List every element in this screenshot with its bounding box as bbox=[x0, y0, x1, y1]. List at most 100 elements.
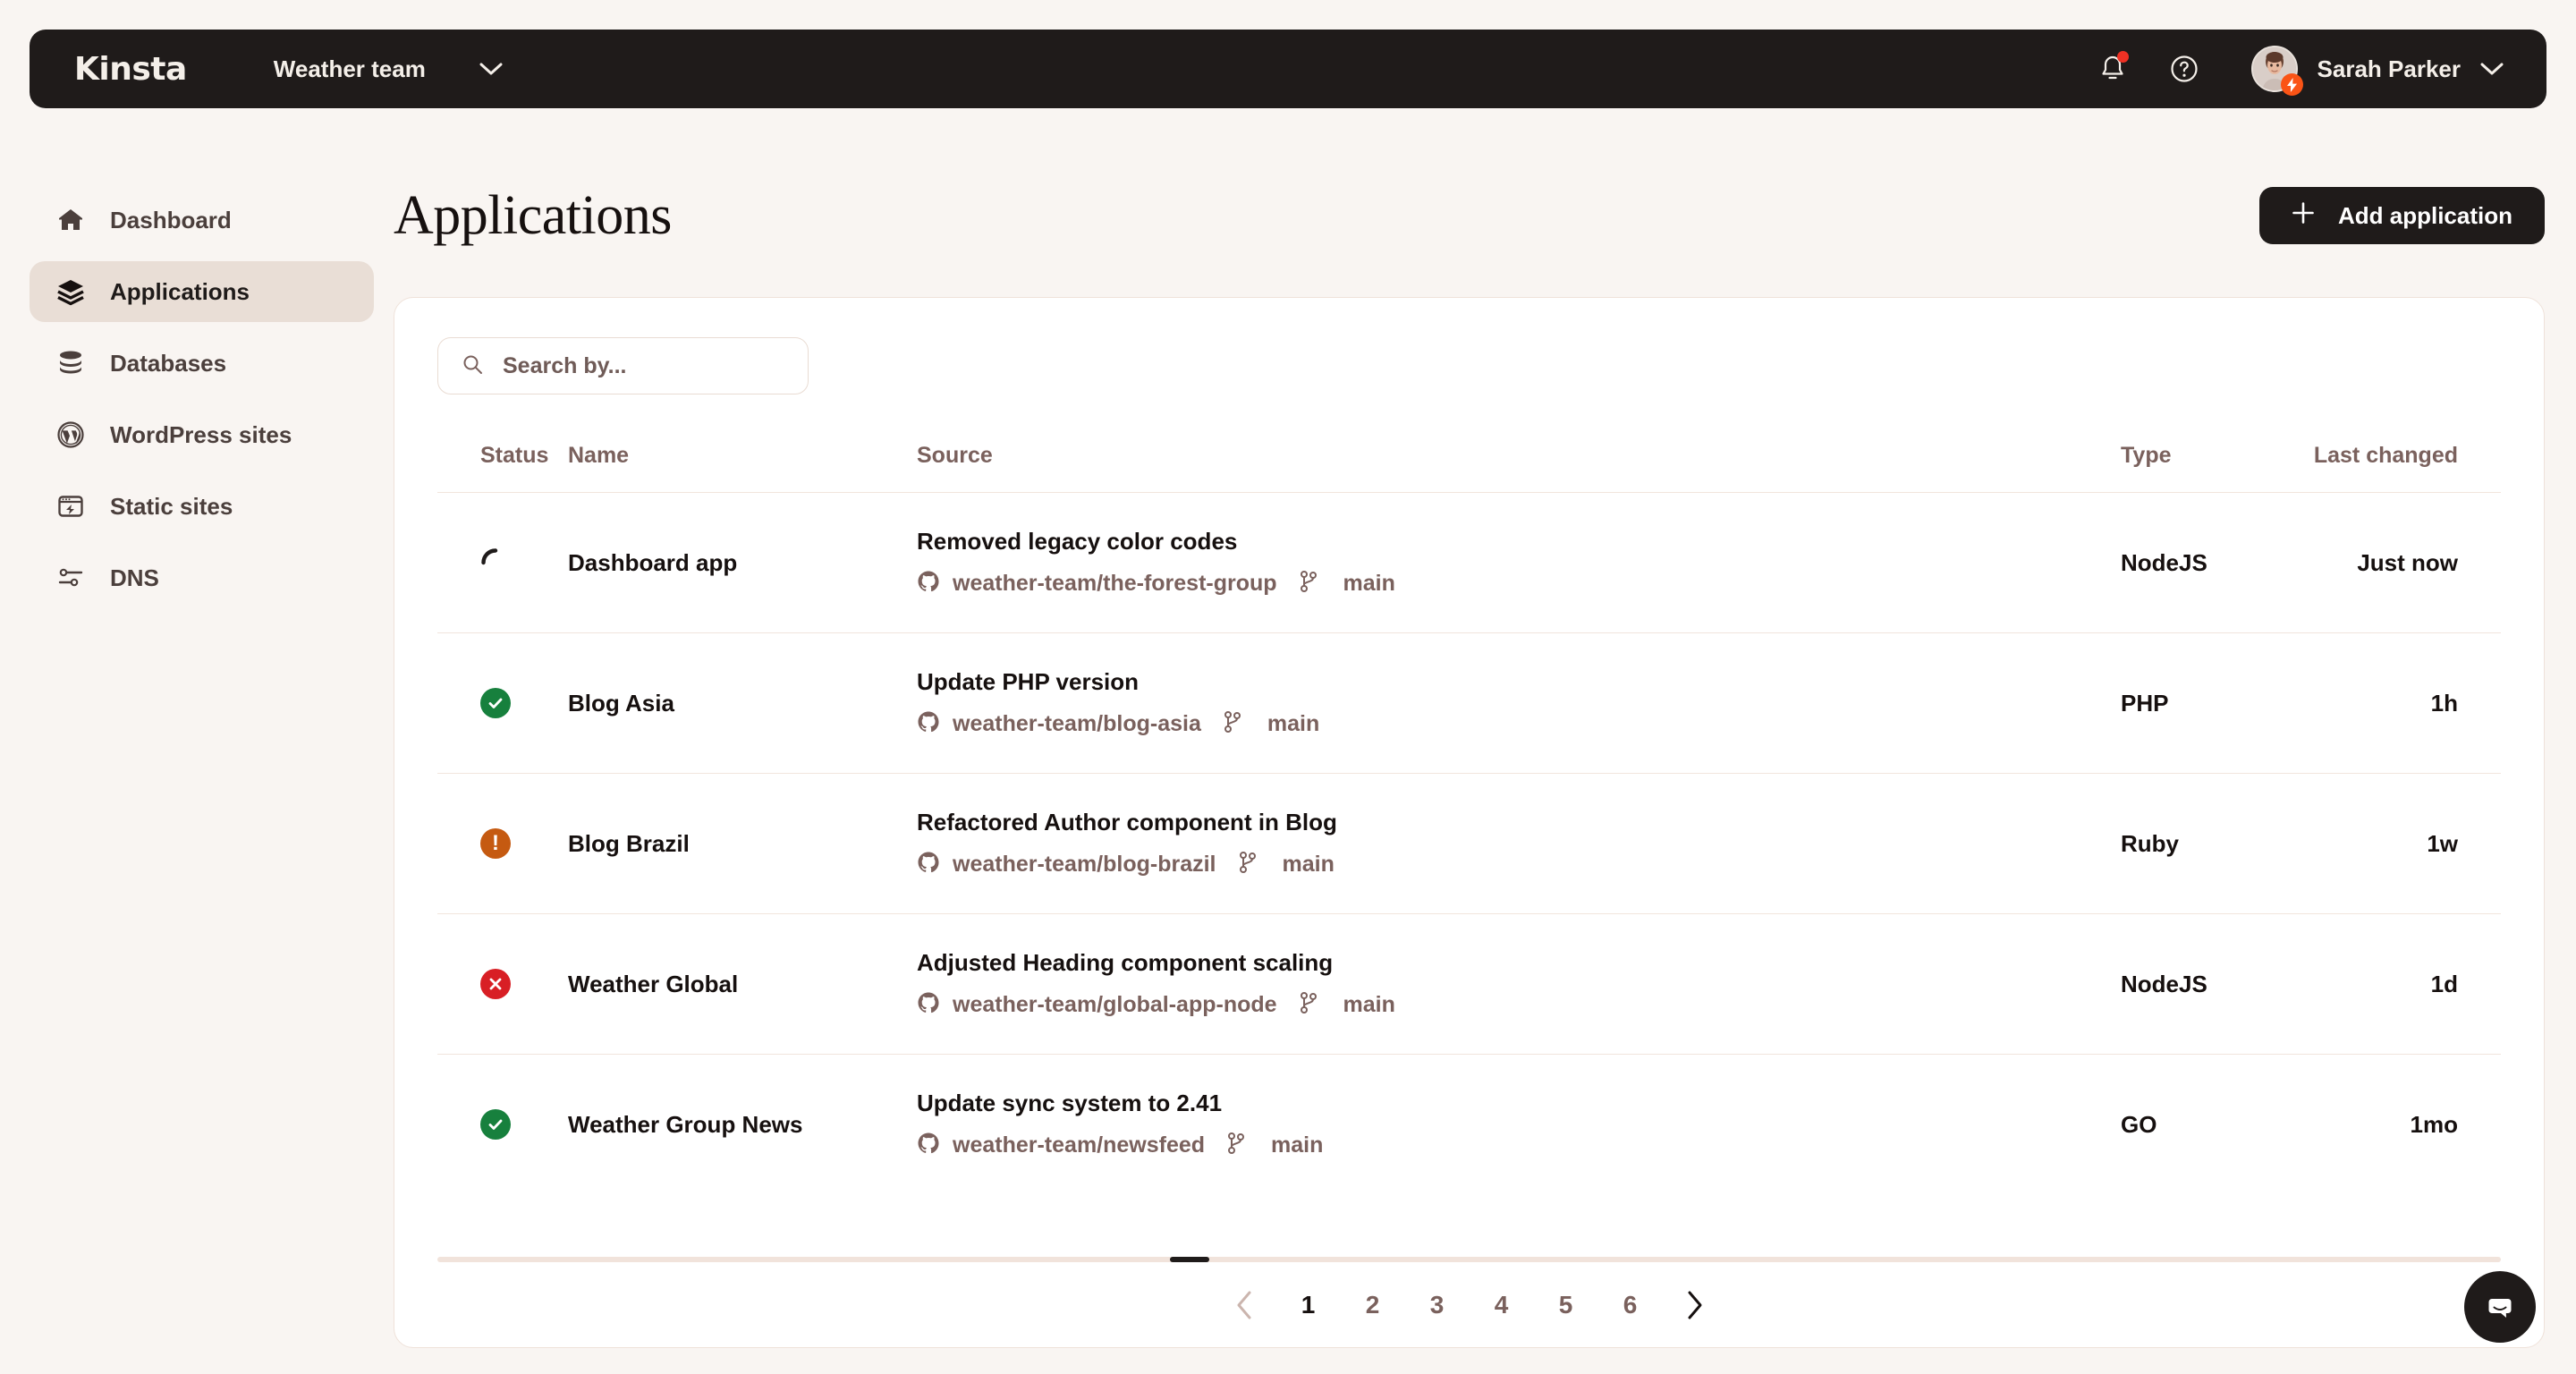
cell-name: Dashboard app bbox=[568, 493, 917, 633]
repo-row: weather-team/newsfeed main bbox=[917, 1132, 2121, 1159]
plus-icon bbox=[2292, 201, 2315, 231]
column-header-source: Source bbox=[917, 443, 993, 468]
cell-name: Blog Brazil bbox=[568, 774, 917, 914]
github-icon bbox=[917, 570, 940, 598]
pagination-page-6[interactable]: 6 bbox=[1598, 1278, 1663, 1332]
sidebar-item-wordpress-sites[interactable]: WordPress sites bbox=[30, 404, 374, 465]
sidebar-item-applications[interactable]: Applications bbox=[30, 261, 374, 322]
column-header-last-changed: Last changed bbox=[2313, 443, 2458, 468]
git-branch-icon bbox=[1238, 852, 1258, 878]
sidebar: Dashboard Applications Databases WordPre… bbox=[30, 190, 374, 619]
home-icon bbox=[55, 204, 87, 236]
git-branch-icon bbox=[1223, 711, 1242, 737]
help-button[interactable] bbox=[2165, 50, 2203, 88]
sidebar-item-databases[interactable]: Databases bbox=[30, 333, 374, 394]
search-box[interactable] bbox=[437, 337, 809, 394]
repo-row: weather-team/blog-brazil main bbox=[917, 851, 2121, 878]
table-row[interactable]: Weather Global Adjusted Heading component… bbox=[437, 914, 2501, 1055]
sidebar-item-static-sites[interactable]: Static sites bbox=[30, 476, 374, 537]
last-changed-value: 1mo bbox=[2410, 1110, 2458, 1138]
repo-row: weather-team/global-app-node main bbox=[917, 991, 2121, 1019]
application-name: Weather Group News bbox=[568, 1110, 803, 1138]
notifications-button[interactable] bbox=[2094, 50, 2131, 88]
pagination-page-3[interactable]: 3 bbox=[1405, 1278, 1470, 1332]
chat-bubble-icon bbox=[2488, 1299, 2512, 1318]
cell-type: NodeJS bbox=[2121, 914, 2304, 1055]
cell-status bbox=[437, 493, 568, 633]
branch-name: main bbox=[1282, 852, 1335, 877]
commit-message: Update PHP version bbox=[917, 668, 1140, 695]
last-changed-value: 1w bbox=[2427, 829, 2458, 857]
sidebar-label: WordPress sites bbox=[110, 420, 292, 448]
cell-status bbox=[437, 1055, 568, 1195]
dns-icon bbox=[55, 562, 87, 594]
status-warning-icon: ! bbox=[480, 828, 511, 859]
application-name: Blog Brazil bbox=[568, 829, 690, 857]
top-bar: Kinsta Weather team Sarah Parker bbox=[30, 30, 2546, 108]
repository-name: weather-team/blog-brazil bbox=[953, 852, 1216, 877]
git-branch-icon bbox=[1226, 1132, 1246, 1158]
table-row[interactable]: ! Blog Brazil Refactored Author component … bbox=[437, 774, 2501, 914]
application-name: Weather Global bbox=[568, 970, 739, 997]
branch-name: main bbox=[1343, 992, 1395, 1017]
chat-support-button[interactable] bbox=[2464, 1271, 2536, 1343]
table-head: Status Name Source Type Last changed bbox=[437, 443, 2501, 493]
team-name-label: Weather team bbox=[273, 55, 426, 82]
pagination-page-2[interactable]: 2 bbox=[1341, 1278, 1405, 1332]
search-input[interactable] bbox=[503, 352, 784, 379]
application-type: GO bbox=[2121, 1110, 2157, 1138]
github-icon bbox=[917, 991, 940, 1019]
lightning-icon bbox=[2286, 77, 2297, 92]
table-row[interactable]: Weather Group News Update sync system to … bbox=[437, 1055, 2501, 1195]
last-changed-value: Just now bbox=[2357, 548, 2458, 576]
table-row[interactable]: Dashboard app Removed legacy color codes w… bbox=[437, 493, 2501, 633]
page-header: Applications Add application bbox=[394, 175, 2545, 256]
pagination-page-1[interactable]: 1 bbox=[1276, 1278, 1341, 1332]
table-row[interactable]: Blog Asia Update PHP version weather-team/… bbox=[437, 633, 2501, 774]
status-success-icon bbox=[480, 1109, 511, 1141]
status-spinner-icon bbox=[480, 547, 511, 578]
sidebar-label: Dashboard bbox=[110, 206, 232, 233]
static-site-icon bbox=[55, 490, 87, 522]
notification-dot bbox=[2116, 51, 2129, 63]
git-branch-icon bbox=[1299, 992, 1318, 1018]
cell-name: Weather Global bbox=[568, 914, 917, 1055]
pagination-page-4[interactable]: 4 bbox=[1470, 1278, 1534, 1332]
cell-source: Update sync system to 2.41 weather-team/n… bbox=[917, 1055, 2121, 1195]
application-type: NodeJS bbox=[2121, 970, 2207, 997]
page-title: Applications bbox=[394, 184, 672, 246]
sidebar-item-dns[interactable]: DNS bbox=[30, 547, 374, 608]
table-body: Dashboard app Removed legacy color codes w… bbox=[437, 493, 2501, 1195]
branch-name: main bbox=[1271, 1132, 1324, 1158]
applications-card: Status Name Source Type Last changed Das… bbox=[394, 297, 2545, 1348]
cell-name: Weather Group News bbox=[568, 1055, 917, 1195]
database-icon bbox=[55, 347, 87, 379]
github-icon bbox=[917, 851, 940, 878]
table-header-row: Status Name Source Type Last changed bbox=[437, 443, 2501, 493]
cell-status bbox=[437, 914, 568, 1055]
cell-last-changed: 1d bbox=[2304, 914, 2501, 1055]
sidebar-label: DNS bbox=[110, 564, 159, 591]
sidebar-label: Applications bbox=[110, 277, 250, 305]
pagination-page-5[interactable]: 5 bbox=[1534, 1278, 1598, 1332]
user-menu[interactable]: Sarah Parker bbox=[2250, 46, 2504, 96]
column-header-name: Name bbox=[568, 443, 630, 468]
sidebar-label: Databases bbox=[110, 349, 227, 377]
github-icon bbox=[917, 710, 940, 738]
cell-type: PHP bbox=[2121, 633, 2304, 774]
pagination-next-button[interactable] bbox=[1663, 1278, 1727, 1332]
team-switcher[interactable]: Weather team bbox=[274, 55, 503, 83]
top-bar-actions: Sarah Parker bbox=[2094, 46, 2504, 96]
commit-message: Removed legacy color codes bbox=[917, 528, 1238, 555]
cell-status: ! bbox=[437, 774, 568, 914]
application-type: NodeJS bbox=[2121, 548, 2207, 576]
bolt-badge bbox=[2280, 73, 2303, 96]
github-icon bbox=[917, 1132, 940, 1159]
app-root: Kinsta Weather team Sarah Parker Dashboa… bbox=[0, 0, 2576, 1374]
sidebar-item-dashboard[interactable]: Dashboard bbox=[30, 190, 374, 250]
application-name: Dashboard app bbox=[568, 548, 738, 576]
add-application-button[interactable]: Add application bbox=[2259, 187, 2545, 244]
pagination-prev-button[interactable] bbox=[1212, 1278, 1276, 1332]
cell-source: Update PHP version weather-team/blog-asia… bbox=[917, 633, 2121, 774]
chevron-down-icon bbox=[479, 63, 503, 76]
